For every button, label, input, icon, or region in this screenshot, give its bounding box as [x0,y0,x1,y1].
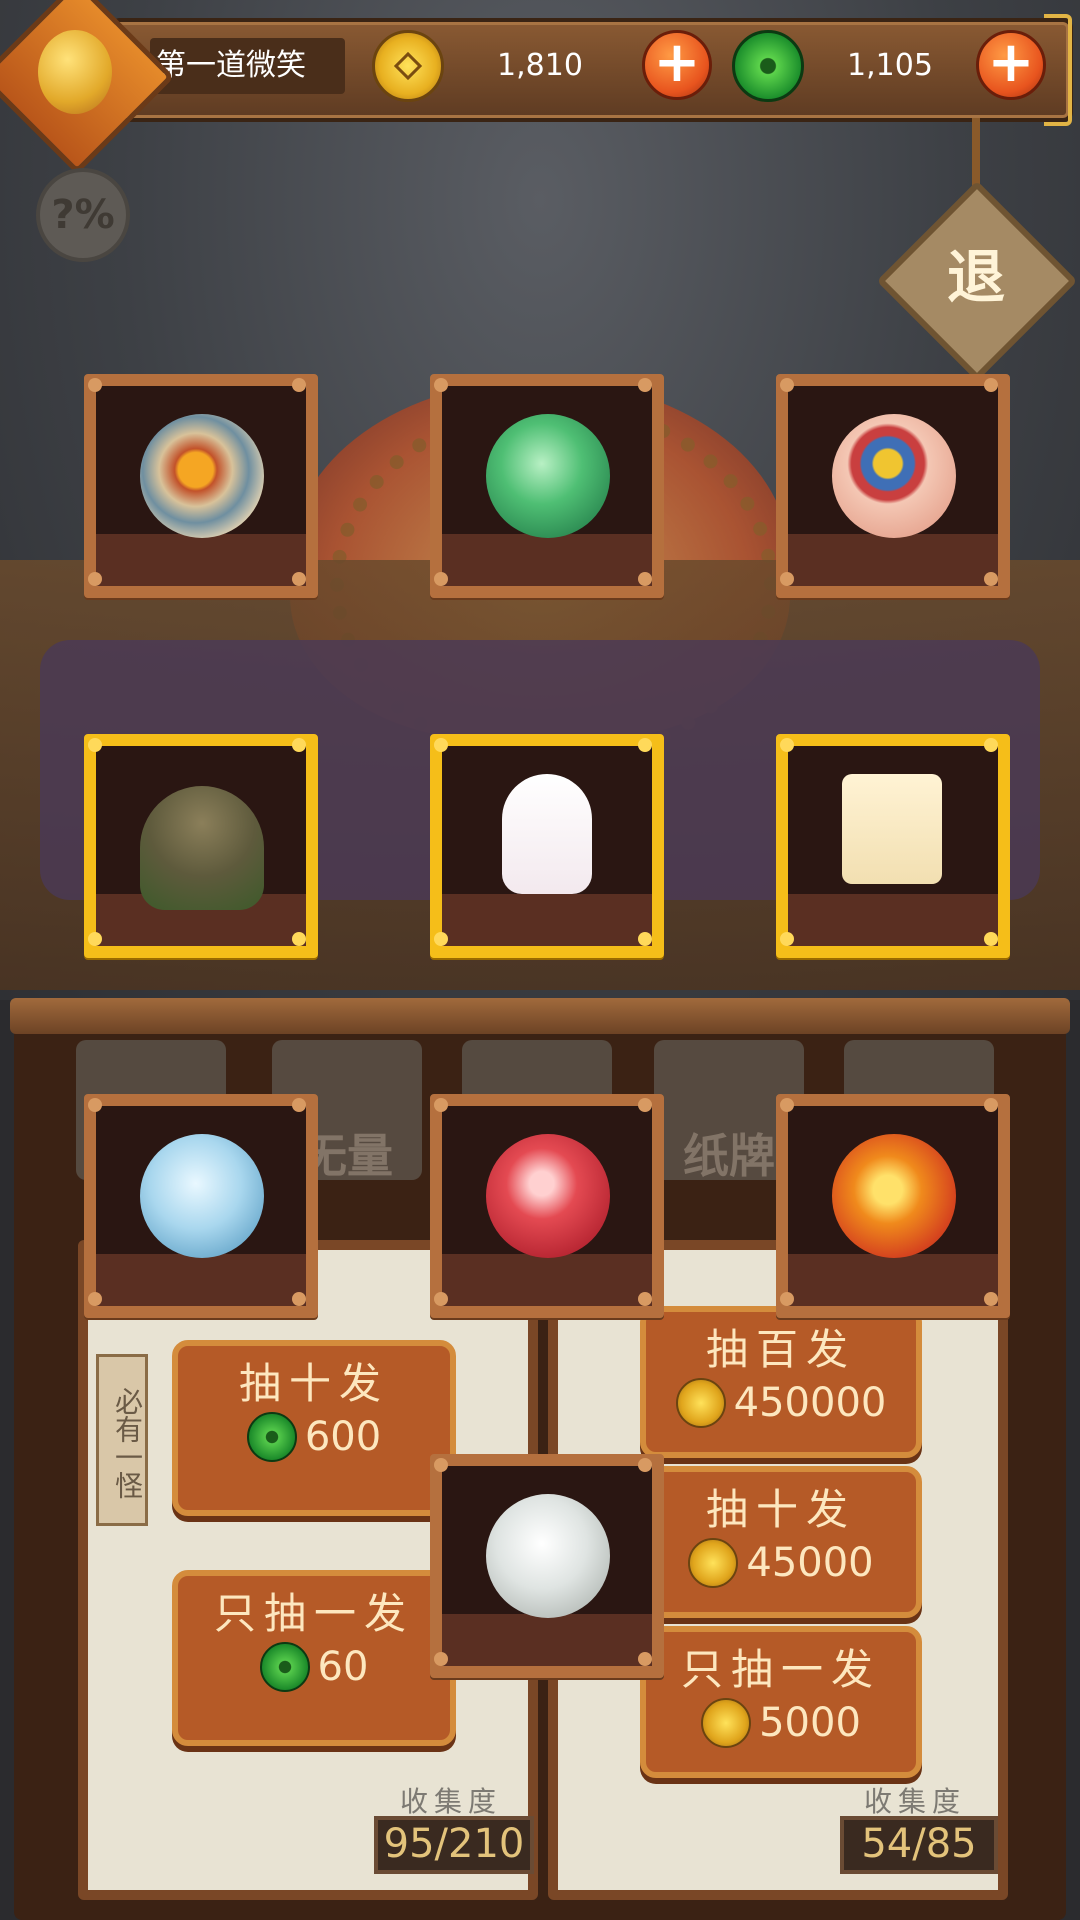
item-slot[interactable] [776,374,1010,598]
fire-heart-orb-icon [832,1134,956,1258]
item-slot[interactable] [84,1094,318,1318]
frame-bolt [434,1652,448,1666]
frame-bolt [88,1098,102,1112]
item-slot[interactable] [430,1094,664,1318]
coin-draw-one-label: 只抽一发 [680,1645,881,1694]
jade-draw-one-button[interactable]: 只抽一发 60 [172,1570,456,1746]
frame-bolt [984,738,998,752]
frame-bolt [88,1292,102,1306]
collection-progress: 54/85 [840,1816,998,1874]
add-coins-button[interactable]: + [642,30,712,100]
resource-bar-corner [1044,14,1072,126]
tofu-monster-icon [842,774,942,884]
player-avatar[interactable] [38,30,112,114]
player-name: 第一道微笑 [156,48,306,83]
monster-slot[interactable] [430,734,664,958]
item-slot[interactable] [430,374,664,598]
frame-bolt [434,378,448,392]
frame-bolt [434,932,448,946]
item-slot[interactable] [84,374,318,598]
frame-bolt [638,1652,652,1666]
jade-tower-orb-icon [486,414,610,538]
frame-bolt [638,378,652,392]
frame-bolt [292,738,306,752]
frame-bolt [984,572,998,586]
coin-icon [675,1378,726,1428]
frame-bolt [780,572,794,586]
frame-bolt [88,738,102,752]
collection-label: 收集度 [863,1785,966,1818]
frame-bolt [292,1292,306,1306]
frame-bolt [434,1458,448,1472]
crystal-orb-icon [140,414,264,538]
frame-bolt [984,1292,998,1306]
monster-slot[interactable] [776,734,1010,958]
guarantee-tag: 必有一怪 [96,1354,148,1526]
jade-count: 1,105 [847,48,933,83]
coin-draw-hundred-label: 抽百发 [705,1325,856,1374]
coin-icon [688,1538,739,1588]
coin-draw-hundred-button[interactable]: 抽百发 450000 [640,1306,922,1458]
tornado-orb-icon [486,1494,610,1618]
add-jade-button[interactable]: + [976,30,1046,100]
frame-bolt [638,738,652,752]
coin-draw-one-cost: 5000 [759,1700,861,1746]
frame-bolt [434,572,448,586]
frame-bolt [88,932,102,946]
cabinet-top-beam [10,998,1070,1034]
exit-label[interactable]: 退 [906,232,1046,322]
jade-draw-ten-label: 抽十发 [238,1359,389,1408]
frame-bolt [780,1292,794,1306]
help-button[interactable]: ?% [36,168,130,262]
coin-count: 1,810 [497,48,583,83]
coin-draw-ten-cost: 45000 [746,1540,874,1586]
frame-bolt [984,932,998,946]
frame-bolt [780,738,794,752]
coin-draw-ten-button[interactable]: 抽十发 45000 [640,1466,922,1618]
collection-progress: 95/210 [374,1816,534,1874]
turtle-shell-monster-icon [140,786,264,910]
frame-bolt [292,932,306,946]
ghost-monster-icon [502,774,592,894]
gem-cushion-orb-icon [832,414,956,538]
frame-bolt [434,738,448,752]
frame-bolt [780,378,794,392]
frame-bolt [638,1098,652,1112]
jade-icon [732,30,804,102]
jade-draw-ten-button[interactable]: 抽十发 600 [172,1340,456,1516]
coin-draw-hundred-cost: 450000 [733,1380,887,1426]
collection-label: 收集度 [399,1785,502,1818]
coin-icon [701,1698,752,1748]
snowflake-orb-icon [140,1134,264,1258]
frame-bolt [292,378,306,392]
frame-bolt [434,1098,448,1112]
frame-bolt [638,1458,652,1472]
frame-bolt [292,572,306,586]
frame-bolt [780,1098,794,1112]
jade-draw-one-cost: 60 [317,1644,369,1690]
frame-bolt [780,932,794,946]
frame-bolt [88,572,102,586]
monster-slot[interactable] [84,734,318,958]
frame-bolt [984,378,998,392]
frame-bolt [638,572,652,586]
frame-bolt [292,1098,306,1112]
jade-draw-one-label: 只抽一发 [213,1589,414,1638]
coin-draw-ten-label: 抽十发 [705,1485,856,1534]
frame-bolt [434,1292,448,1306]
coin-icon [372,30,444,102]
frame-bolt [88,378,102,392]
coin-draw-one-button[interactable]: 只抽一发 5000 [640,1626,922,1778]
jade-icon [259,1642,310,1692]
frame-bolt [638,932,652,946]
red-wings-orb-icon [486,1134,610,1258]
frame-bolt [638,1292,652,1306]
jade-icon [246,1412,297,1462]
jade-draw-ten-cost: 600 [304,1414,382,1460]
item-slot[interactable] [430,1454,664,1678]
frame-bolt [984,1098,998,1112]
item-slot[interactable] [776,1094,1010,1318]
